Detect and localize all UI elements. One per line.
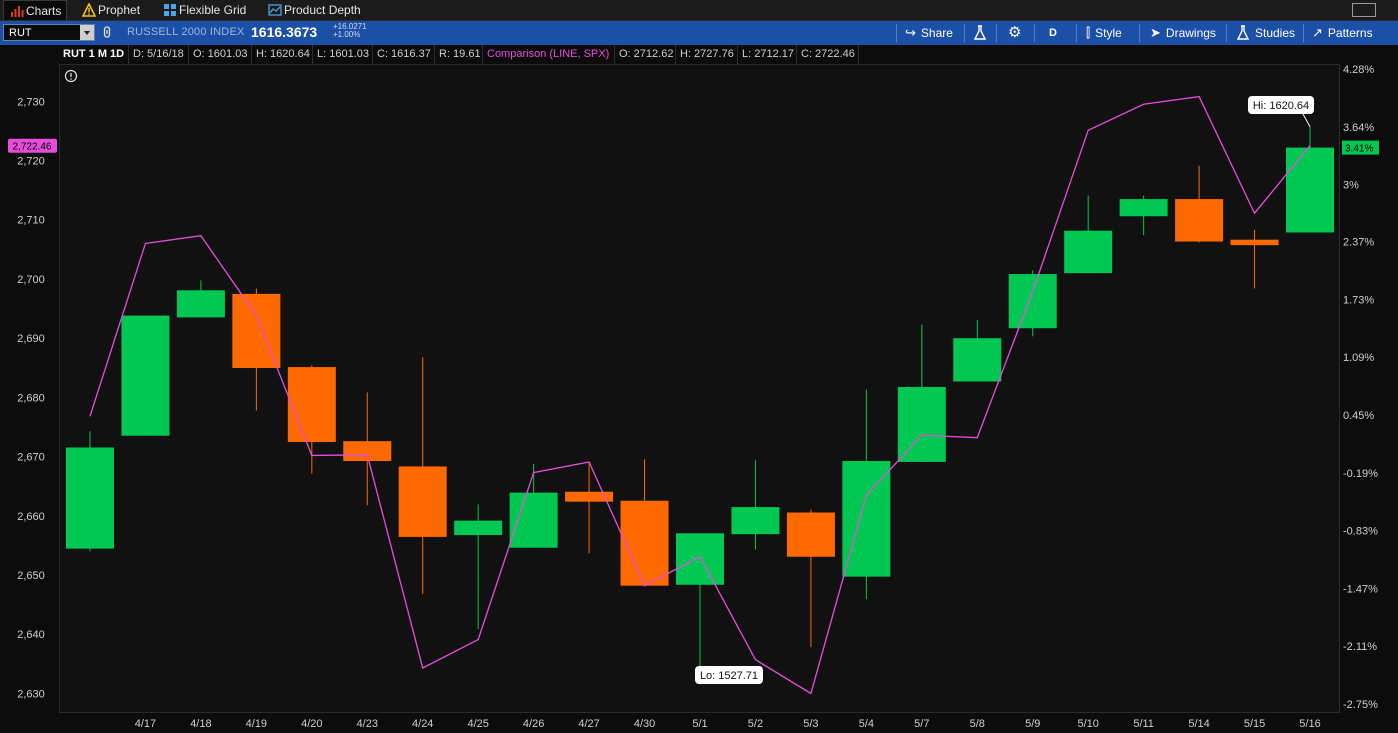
candle-body	[454, 520, 503, 536]
x-axis-tick: 5/2	[748, 718, 763, 730]
x-axis-tick: 4/20	[301, 718, 322, 730]
right-axis-tick: 0.45%	[1343, 410, 1374, 422]
info-circle-icon	[70, 78, 72, 80]
left-axis-tick: 2,640	[17, 629, 45, 641]
right-axis-tick: 2.37%	[1343, 237, 1374, 249]
x-axis-tick: 4/27	[578, 718, 599, 730]
x-axis-tick: 5/11	[1133, 718, 1154, 730]
right-axis-tick: 4.28%	[1343, 64, 1374, 76]
x-axis-tick: 5/8	[970, 718, 985, 730]
candle-body	[121, 315, 170, 436]
candle-body	[1119, 199, 1168, 217]
x-axis-tick: 4/30	[634, 718, 655, 730]
right-axis-tick: -0.83%	[1343, 526, 1378, 538]
low-label: Lo: 1527.71	[700, 670, 758, 682]
left-axis-tick: 2,650	[17, 570, 45, 582]
x-axis-tick: 4/25	[467, 718, 488, 730]
candle-body	[1008, 274, 1057, 329]
x-axis-tick: 4/26	[523, 718, 544, 730]
left-axis-tick: 2,720	[17, 156, 45, 168]
candle-body	[398, 466, 447, 537]
left-axis-tick: 2,630	[17, 688, 45, 700]
x-axis-tick: 5/15	[1244, 718, 1265, 730]
candle-body	[1230, 239, 1279, 246]
candle-body	[1286, 147, 1334, 233]
right-axis-tick: 3.64%	[1343, 122, 1374, 134]
candle-body	[66, 447, 114, 549]
candle-body	[1064, 230, 1113, 274]
last-price-tag-text: 3.41%	[1345, 144, 1373, 155]
right-axis-tick: -1.47%	[1343, 583, 1378, 595]
x-axis-tick: 5/16	[1299, 718, 1320, 730]
right-axis-tick: 1.09%	[1343, 352, 1374, 364]
x-axis-tick: 5/4	[859, 718, 874, 730]
left-axis-tick: 2,660	[17, 511, 45, 523]
candle-body	[953, 338, 1002, 382]
high-label: Hi: 1620.64	[1253, 100, 1309, 112]
right-axis-tick: 3%	[1343, 180, 1359, 192]
x-axis-tick: 4/18	[190, 718, 211, 730]
candle-body	[842, 461, 891, 577]
candle-body	[176, 290, 225, 318]
left-axis-tick: 2,700	[17, 274, 45, 286]
high-bubble-pointer	[1302, 113, 1311, 128]
right-axis-tick: 1.73%	[1343, 294, 1374, 306]
candle-body	[343, 441, 392, 462]
candle-body	[897, 386, 946, 462]
x-axis-tick: 5/14	[1188, 718, 1209, 730]
candle-body	[287, 367, 336, 443]
left-axis-tick: 2,710	[17, 215, 45, 227]
x-axis-tick: 4/23	[357, 718, 378, 730]
x-axis-tick: 5/9	[1025, 718, 1040, 730]
x-axis-tick: 5/1	[692, 718, 707, 730]
right-axis-tick: -2.11%	[1343, 641, 1377, 653]
x-axis-tick: 4/19	[246, 718, 267, 730]
x-axis-tick: 5/7	[914, 718, 929, 730]
left-axis-tick: 2,670	[17, 452, 45, 464]
candle-body	[509, 492, 558, 548]
right-axis-tick: -0.19%	[1343, 468, 1378, 480]
right-axis-tick: -2.75%	[1343, 699, 1378, 711]
x-axis-tick: 5/10	[1077, 718, 1098, 730]
candle-body	[676, 533, 724, 585]
chart-svg: 2,730 2,720 2,710 2,700 2,690 2,680 2,670 2,660…	[8, 64, 1379, 730]
x-axis-tick: 4/17	[135, 718, 156, 730]
comparison-price-tag-text: 2,722.46	[13, 142, 52, 153]
candle-body	[1175, 199, 1224, 242]
left-axis-tick: 2,680	[17, 392, 45, 404]
candle-body	[731, 507, 780, 535]
candle-body	[620, 500, 669, 586]
x-axis-tick: 5/3	[803, 718, 818, 730]
x-axis-tick: 4/24	[412, 718, 433, 730]
left-axis-tick: 2,690	[17, 333, 45, 345]
left-axis-tick: 2,730	[17, 96, 45, 108]
candle-body	[786, 512, 835, 557]
